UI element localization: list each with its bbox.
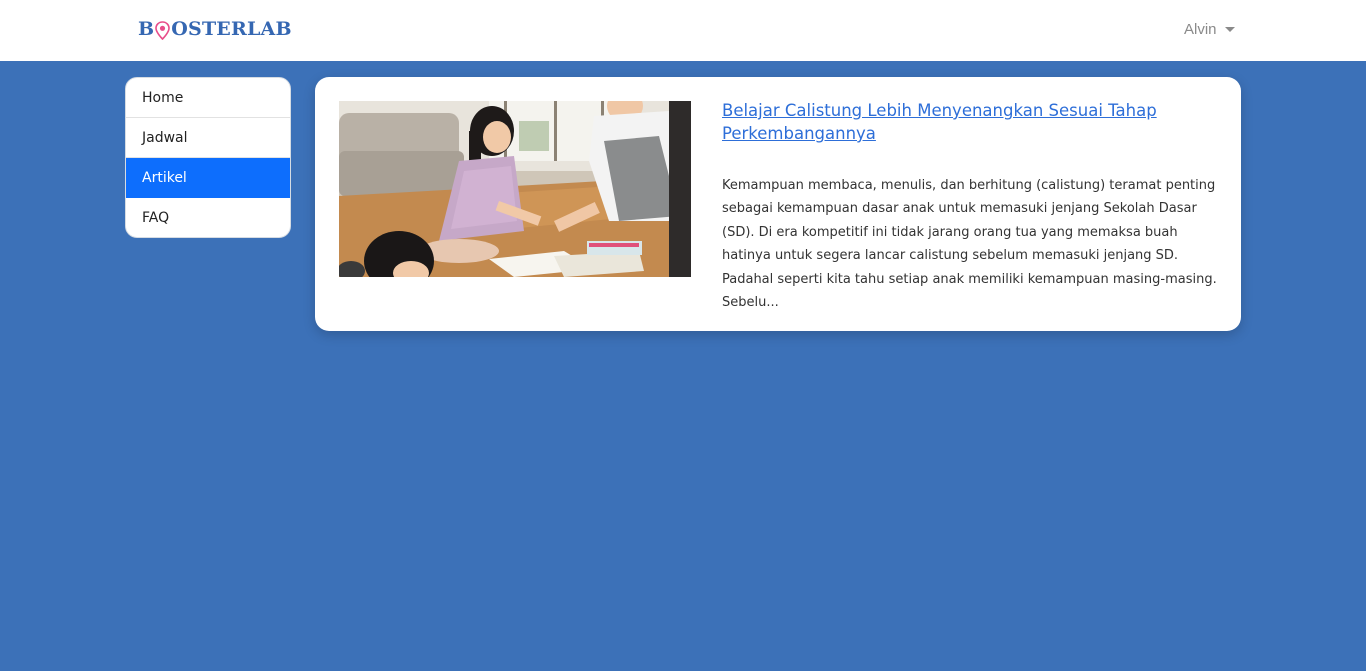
sidebar-item-faq[interactable]: FAQ bbox=[126, 198, 290, 237]
sidebar-item-artikel[interactable]: Artikel bbox=[126, 158, 290, 198]
article-image bbox=[339, 101, 691, 277]
sidebar-menu: Home Jadwal Artikel FAQ bbox=[125, 77, 291, 238]
user-dropdown[interactable]: Alvin bbox=[1184, 21, 1235, 38]
article-thumbnail[interactable] bbox=[339, 101, 691, 277]
top-navbar: B OSTERLAB Alvin bbox=[0, 0, 1366, 61]
article-excerpt: Kemampuan membaca, menulis, dan berhitun… bbox=[722, 178, 1217, 311]
article-title-link[interactable]: Belajar Calistung Lebih Menyenangkan Ses… bbox=[722, 99, 1202, 145]
sidebar-item-home[interactable]: Home bbox=[126, 78, 290, 118]
article-card: Belajar Calistung Lebih Menyenangkan Ses… bbox=[315, 77, 1241, 331]
caret-down-icon bbox=[1224, 27, 1235, 32]
location-pin-icon bbox=[155, 20, 171, 40]
sidebar-item-jadwal[interactable]: Jadwal bbox=[126, 118, 290, 158]
user-name: Alvin bbox=[1184, 21, 1217, 38]
brand-suffix: OSTERLAB bbox=[171, 18, 292, 40]
brand-logo[interactable]: B OSTERLAB bbox=[138, 17, 292, 41]
brand-prefix: B bbox=[138, 18, 155, 40]
